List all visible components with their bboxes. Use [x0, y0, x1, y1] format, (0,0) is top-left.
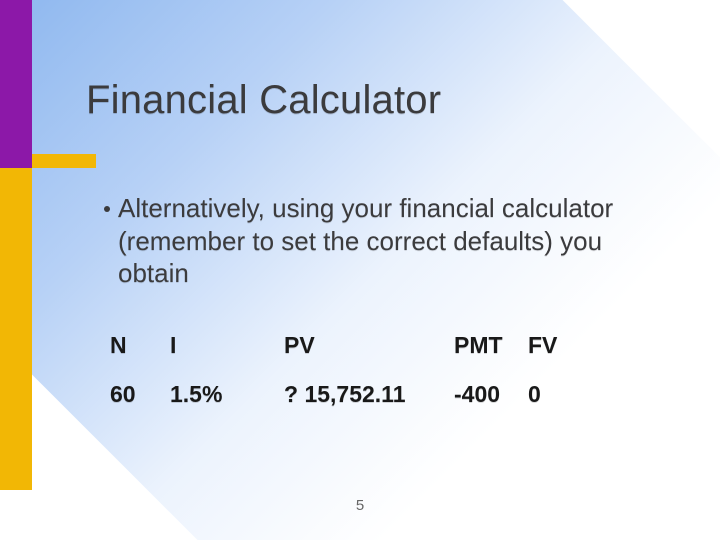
accent-strip-gold-vertical: [0, 168, 32, 490]
header-i: I: [170, 322, 282, 369]
header-n: N: [110, 322, 168, 369]
bullet-dot-icon: [104, 206, 110, 212]
value-n: 60: [110, 371, 168, 418]
page-number: 5: [356, 497, 364, 514]
table-header-row: N I PV PMT FV: [110, 322, 588, 369]
accent-strip-purple: [0, 0, 32, 168]
bullet-text: Alternatively, using your financial calc…: [118, 192, 660, 290]
slide-content: Financial Calculator Alternatively, usin…: [0, 0, 720, 540]
table-value-row: 60 1.5% ? 15,752.11 -400 0: [110, 371, 588, 418]
header-pmt: PMT: [454, 322, 526, 369]
value-fv: 0: [528, 371, 588, 418]
value-pv: ? 15,752.11: [284, 371, 452, 418]
header-fv: FV: [528, 322, 588, 369]
calculator-table: N I PV PMT FV 60 1.5% ? 15,752.11 -400 0: [108, 320, 590, 420]
accent-strip-gold-horizontal: [32, 154, 96, 168]
value-i: 1.5%: [170, 371, 282, 418]
slide-title: Financial Calculator: [86, 78, 441, 123]
header-pv: PV: [284, 322, 452, 369]
value-pmt: -400: [454, 371, 526, 418]
bullet-item: Alternatively, using your financial calc…: [104, 192, 660, 290]
